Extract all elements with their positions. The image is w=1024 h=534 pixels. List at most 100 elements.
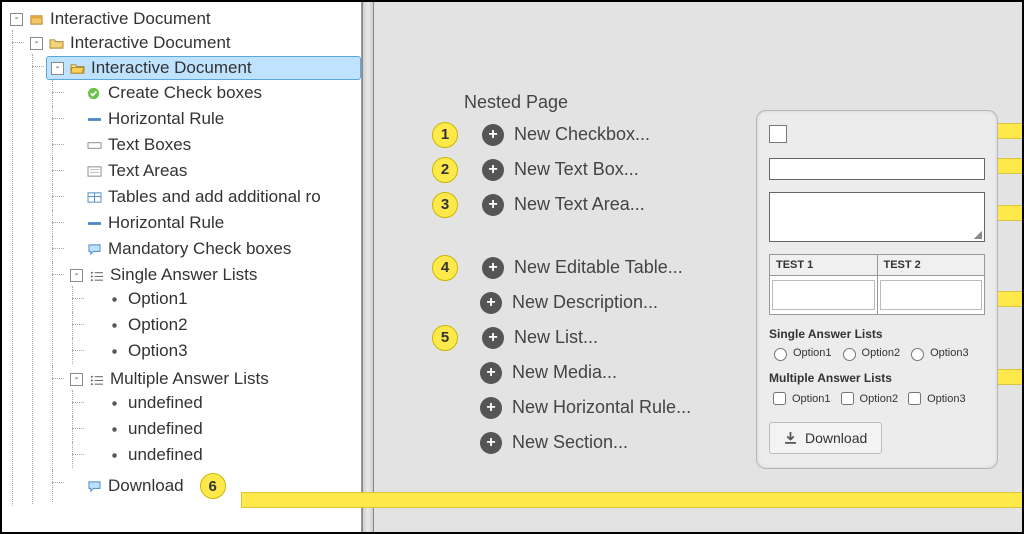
check-option[interactable]: Option3 (904, 389, 966, 408)
tree-node[interactable]: Tables and add additional ro (66, 186, 361, 208)
radio-input[interactable] (774, 348, 787, 361)
preview-textbox[interactable] (769, 158, 985, 180)
action-label: New Text Box... (514, 159, 639, 180)
tree-node[interactable]: Text Areas (66, 160, 361, 182)
step-badge (432, 361, 456, 385)
expand-toggle[interactable]: - (70, 269, 83, 282)
tree-node[interactable]: undefined (86, 444, 361, 466)
expand-toggle[interactable]: - (30, 37, 43, 50)
download-button[interactable]: Download (769, 422, 882, 454)
step-badge: 4 (432, 255, 458, 281)
radio-option[interactable]: Option2 (838, 345, 901, 361)
preview-table[interactable]: TEST 1 TEST 2 (769, 254, 985, 315)
tree-node-selected[interactable]: - Interactive Document (46, 56, 361, 80)
checkbox-input[interactable] (908, 392, 921, 405)
step-badge: 3 (432, 192, 458, 218)
spacer (90, 294, 101, 305)
spacer (70, 192, 81, 203)
tree-label: Horizontal Rule (108, 109, 224, 129)
bullet-icon (107, 449, 122, 462)
radio-option[interactable]: Option3 (906, 345, 969, 361)
tree-label: undefined (128, 393, 203, 413)
tree-node[interactable]: undefined (86, 418, 361, 440)
tree-node[interactable]: Horizontal Rule (66, 212, 361, 234)
check-icon (87, 87, 102, 100)
splitter[interactable] (362, 2, 374, 532)
hr-icon (87, 217, 102, 230)
check-option[interactable]: Option1 (769, 389, 831, 408)
tree-node[interactable]: Option3 (86, 340, 361, 362)
plus-icon: + (482, 327, 504, 349)
tree-label: Tables and add additional ro (108, 187, 321, 207)
tree-node[interactable]: Text Boxes (66, 134, 361, 156)
app-frame: - Interactive Document - (0, 0, 1024, 534)
plus-icon: + (480, 362, 502, 384)
spacer (90, 398, 101, 409)
spacer (70, 114, 81, 125)
tree-node[interactable]: Option2 (86, 314, 361, 336)
plus-icon: + (482, 124, 504, 146)
plus-icon: + (480, 292, 502, 314)
spacer (90, 320, 101, 331)
step-badge: 1 (432, 122, 458, 148)
bullet-icon (107, 345, 122, 358)
check-option[interactable]: Option2 (837, 389, 899, 408)
expand-toggle[interactable]: - (70, 373, 83, 386)
action-label: New Text Area... (514, 194, 645, 215)
tree-node[interactable]: Option1 (86, 288, 361, 310)
multi-answer-options: Option1 Option2 Option3 (769, 389, 985, 408)
tree-node[interactable]: Mandatory Check boxes (66, 238, 361, 260)
tree-label: Multiple Answer Lists (110, 369, 269, 389)
action-label: New Editable Table... (514, 257, 683, 278)
tree-node-root[interactable]: - Interactive Document (6, 8, 361, 30)
radio-input[interactable] (843, 348, 856, 361)
checkbox-input[interactable] (841, 392, 854, 405)
action-label: New Media... (512, 362, 617, 383)
tree-label: Single Answer Lists (110, 265, 257, 285)
checkbox-input[interactable] (773, 392, 786, 405)
bullet-icon (107, 319, 122, 332)
action-label: New Description... (512, 292, 658, 313)
action-label: New Horizontal Rule... (512, 397, 691, 418)
download-label: Download (805, 430, 867, 446)
single-answer-options: Option1 Option2 Option3 (769, 345, 985, 361)
tree-node[interactable]: - Multiple Answer Lists (66, 368, 361, 390)
action-label: New Section... (512, 432, 628, 453)
radio-input[interactable] (911, 348, 924, 361)
tree-node[interactable]: undefined (86, 392, 361, 414)
single-answer-title: Single Answer Lists (769, 327, 985, 341)
tree-label: undefined (128, 445, 203, 465)
folder-open-icon (70, 62, 85, 75)
tree-node-doc[interactable]: - Interactive Document (26, 32, 361, 54)
preview-checkbox[interactable] (769, 125, 787, 143)
download-icon (784, 432, 797, 445)
expand-toggle[interactable]: - (51, 62, 64, 75)
plus-icon: + (480, 432, 502, 454)
radio-option[interactable]: Option1 (769, 345, 832, 361)
tree-label: Horizontal Rule (108, 213, 224, 233)
comment-icon (87, 243, 102, 256)
preview-panel: TEST 1 TEST 2 Single Answer Lists Option… (756, 110, 998, 469)
tree-node[interactable]: Horizontal Rule (66, 108, 361, 130)
box-icon (29, 13, 44, 26)
folder-icon (49, 37, 64, 50)
table-header: TEST 2 (877, 255, 985, 276)
spacer (70, 88, 81, 99)
expand-toggle[interactable]: - (10, 13, 23, 26)
step-badge (432, 396, 456, 420)
tree-node[interactable]: - Single Answer Lists (66, 264, 361, 286)
tree-label: Download (108, 476, 184, 496)
spacer (70, 166, 81, 177)
tree-label: Interactive Document (91, 58, 252, 78)
action-label: New Checkbox... (514, 124, 650, 145)
tree-label: Create Check boxes (108, 83, 262, 103)
tree-node[interactable]: Create Check boxes (66, 82, 361, 104)
tree-label: Mandatory Check boxes (108, 239, 291, 259)
preview-textarea[interactable] (769, 192, 985, 242)
tree-badge: 6 (200, 473, 226, 499)
step-badge (432, 431, 456, 455)
tree-label: Interactive Document (70, 33, 231, 53)
step-badge: 5 (432, 325, 458, 351)
canvas: Nested Page 1+New Checkbox...2+New Text … (374, 2, 1022, 532)
action-label: New List... (514, 327, 598, 348)
